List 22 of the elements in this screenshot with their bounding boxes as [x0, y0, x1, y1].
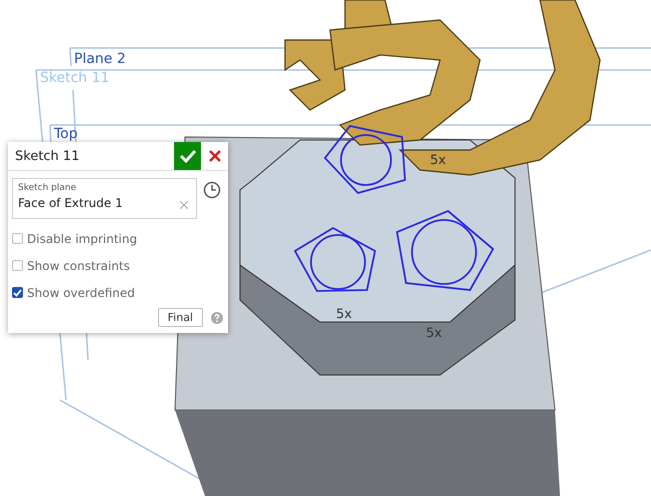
close-icon	[208, 150, 220, 162]
check-icon	[180, 149, 196, 163]
checkbox-label: Disable imprinting	[27, 232, 138, 246]
sketch-plane-field[interactable]: Sketch plane Face of Extrude 1	[12, 178, 197, 219]
dimension-label: 5x	[430, 153, 446, 168]
help-icon[interactable]	[211, 312, 223, 324]
plane-label: Sketch 11	[40, 70, 110, 86]
clock-icon[interactable]	[203, 181, 221, 199]
checkbox-label: Show constraints	[27, 258, 130, 272]
checkbox[interactable]	[12, 233, 23, 244]
plane-label: Plane 2	[74, 51, 126, 67]
confirm-button[interactable]	[174, 142, 201, 170]
checkbox-label: Show overdefined	[27, 286, 135, 300]
checkbox[interactable]	[12, 260, 23, 271]
dimension-label: 5x	[336, 307, 352, 322]
dimension-label: 5x	[426, 326, 442, 341]
plane-label: Top	[54, 126, 78, 142]
final-button[interactable]: Final	[158, 308, 203, 327]
checkbox[interactable]	[12, 287, 23, 298]
panel-title: Sketch 11	[14, 148, 80, 164]
cancel-button[interactable]	[201, 142, 228, 170]
clear-icon[interactable]	[180, 201, 188, 209]
